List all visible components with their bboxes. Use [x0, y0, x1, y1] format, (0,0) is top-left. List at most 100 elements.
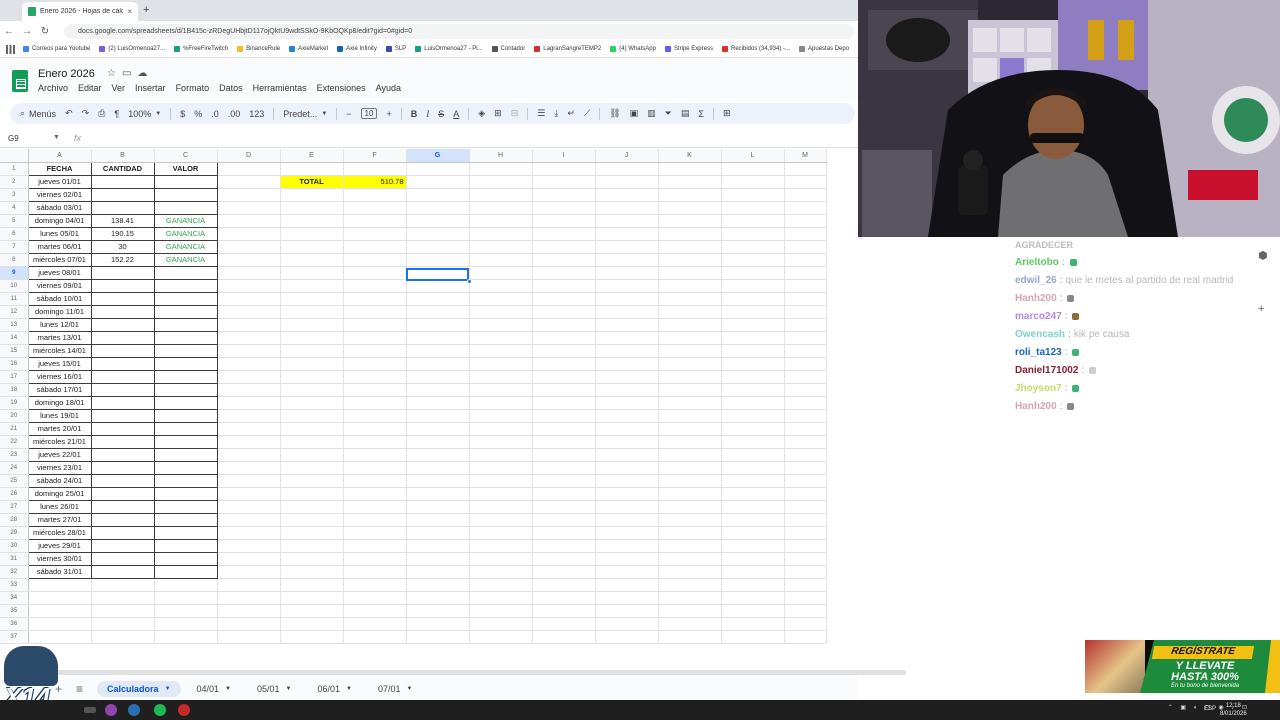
cell-valor[interactable]	[153, 552, 218, 566]
cell[interactable]	[595, 253, 659, 267]
menu-item[interactable]: Datos	[219, 83, 243, 93]
cell[interactable]	[721, 214, 785, 228]
cell[interactable]	[343, 214, 407, 228]
cell[interactable]	[658, 435, 722, 449]
cell-valor[interactable]	[153, 292, 218, 306]
cell[interactable]	[217, 266, 281, 280]
cell[interactable]	[595, 526, 659, 540]
cell-cantidad[interactable]	[90, 500, 155, 514]
cell[interactable]	[343, 565, 407, 579]
cell[interactable]	[343, 201, 407, 215]
cell[interactable]	[784, 461, 827, 475]
comment-icon[interactable]: ▣	[630, 108, 639, 119]
cell[interactable]	[406, 318, 470, 332]
cell[interactable]	[532, 357, 596, 371]
cell[interactable]	[658, 500, 722, 514]
bookmark-item[interactable]: (4) WhatsApp	[610, 46, 656, 52]
cell[interactable]	[721, 331, 785, 345]
filter-icon[interactable]: ⏷	[665, 108, 672, 119]
cell[interactable]	[280, 383, 344, 397]
link-icon[interactable]: ⛓	[609, 108, 620, 119]
bookmark-item[interactable]: BinanceRule	[237, 46, 280, 52]
cell-cantidad[interactable]	[90, 292, 155, 306]
cell[interactable]	[343, 578, 407, 592]
menu-item[interactable]: Formato	[176, 83, 210, 93]
cell[interactable]	[343, 552, 407, 566]
cell[interactable]	[532, 253, 596, 267]
cell[interactable]	[532, 526, 596, 540]
cell[interactable]	[721, 539, 785, 553]
cell[interactable]	[595, 201, 659, 215]
cell[interactable]	[217, 630, 281, 644]
column-header-a[interactable]: A	[28, 149, 92, 163]
cell[interactable]	[154, 617, 218, 631]
row-header[interactable]: 25	[0, 474, 29, 488]
cell[interactable]	[784, 422, 827, 436]
cell[interactable]	[784, 487, 827, 501]
cell[interactable]	[280, 422, 344, 436]
valign-icon[interactable]: ⤓	[554, 108, 558, 119]
cell[interactable]	[469, 253, 533, 267]
row-header[interactable]: 19	[0, 396, 29, 410]
chat-username[interactable]: Owencash	[1015, 329, 1065, 340]
cell[interactable]	[343, 253, 407, 267]
cell-valor[interactable]	[153, 201, 218, 215]
cell[interactable]	[343, 487, 407, 501]
cell[interactable]	[406, 331, 470, 345]
text-color-icon[interactable]: A	[453, 109, 459, 119]
close-tab-icon[interactable]: ×	[127, 7, 132, 16]
sheet-tab[interactable]: 04/01 ▼	[187, 681, 241, 697]
cell[interactable]	[595, 461, 659, 475]
row-header[interactable]: 24	[0, 461, 29, 475]
row-header[interactable]: 10	[0, 279, 29, 293]
cell[interactable]	[217, 240, 281, 254]
bookmark-item[interactable]: LuisOrmenoa27 - Pl...	[415, 46, 483, 52]
cell[interactable]	[406, 513, 470, 527]
cell[interactable]	[217, 396, 281, 410]
cell[interactable]	[280, 539, 344, 553]
cell[interactable]	[784, 565, 827, 579]
cell-fecha[interactable]: martes 20/01	[27, 422, 92, 436]
cell-fecha[interactable]: jueves 22/01	[27, 448, 92, 462]
cell-fecha[interactable]: domingo 25/01	[27, 487, 92, 501]
cell[interactable]	[280, 474, 344, 488]
back-icon[interactable]: ←	[0, 26, 18, 37]
cell[interactable]	[721, 175, 785, 189]
doc-title[interactable]: Enero 2026	[38, 68, 95, 80]
cell[interactable]	[217, 331, 281, 345]
cell[interactable]	[595, 435, 659, 449]
number-format-button[interactable]: 123	[249, 109, 264, 119]
cell[interactable]	[595, 266, 659, 280]
cell[interactable]	[658, 526, 722, 540]
paint-format-icon[interactable]: ¶	[114, 109, 119, 119]
column-header-m[interactable]: M	[784, 149, 827, 163]
row-header[interactable]: 5	[0, 214, 29, 228]
cell[interactable]	[721, 578, 785, 592]
row-header[interactable]: 21	[0, 422, 29, 436]
star-icon[interactable]: ☆	[107, 68, 122, 79]
row-header[interactable]: 3	[0, 188, 29, 202]
cell[interactable]	[406, 279, 470, 293]
sheet-tab[interactable]: Calculadora ▼	[97, 680, 181, 697]
cell[interactable]	[469, 552, 533, 566]
row-header[interactable]: 6	[0, 227, 29, 241]
cell[interactable]	[217, 227, 281, 241]
cell[interactable]	[721, 370, 785, 384]
cell-valor[interactable]: GANANCIA	[153, 227, 218, 241]
cell[interactable]	[217, 175, 281, 189]
cell[interactable]	[658, 578, 722, 592]
row-header[interactable]: 22	[0, 435, 29, 449]
sheet-tab[interactable]: 05/01 ▼	[247, 681, 301, 697]
cell-fecha[interactable]: domingo 04/01	[27, 214, 92, 228]
more-grid-icon[interactable]: ⊞	[723, 108, 731, 119]
cell[interactable]	[469, 630, 533, 644]
cell-fecha[interactable]: miércoles 07/01	[27, 253, 92, 267]
cell[interactable]	[784, 435, 827, 449]
cell[interactable]	[658, 448, 722, 462]
row-header[interactable]: 18	[0, 383, 29, 397]
cell[interactable]	[469, 357, 533, 371]
menu-item[interactable]: Insertar	[135, 83, 166, 93]
cell-fecha[interactable]: lunes 19/01	[27, 409, 92, 423]
cell[interactable]	[217, 370, 281, 384]
column-header-c[interactable]: C	[154, 149, 218, 163]
